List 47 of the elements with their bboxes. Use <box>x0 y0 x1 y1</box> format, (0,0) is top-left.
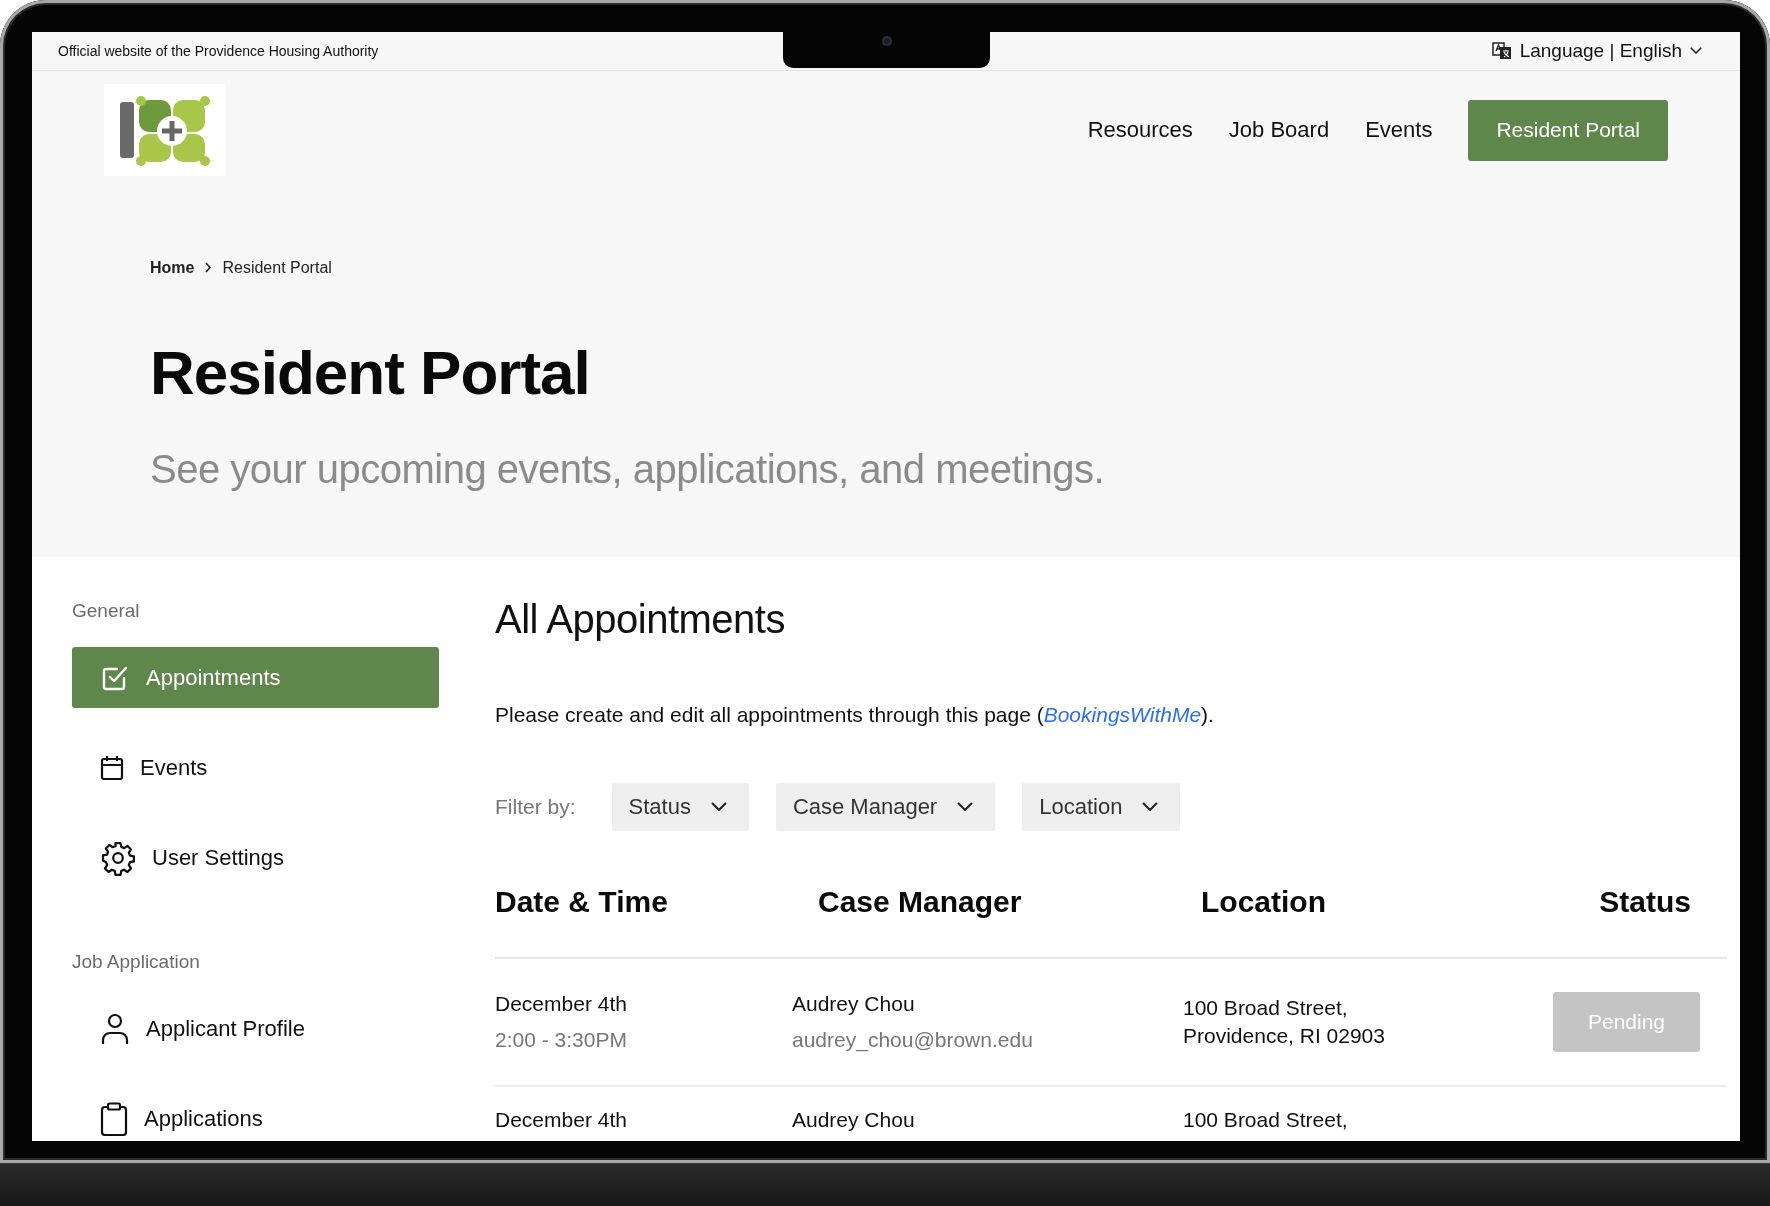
section-title: All Appointments <box>495 597 786 642</box>
breadcrumb-link[interactable]: Home <box>150 259 195 277</box>
column-header: Location <box>1200 885 1327 919</box>
filter-dropdown[interactable]: Case Manager <box>775 783 996 831</box>
clipboard-icon <box>100 1101 128 1136</box>
page-title: Resident Portal <box>150 337 591 408</box>
nav-link[interactable]: Job Board <box>1228 117 1330 143</box>
nav-link[interactable]: Events <box>1365 117 1433 143</box>
case-manager-name: Audrey Chou <box>792 1107 916 1132</box>
bookings-link[interactable]: BookingsWithMe <box>1043 703 1202 726</box>
nav-link[interactable]: Resources <box>1087 117 1193 143</box>
case-manager-name: Audrey Chou <box>792 991 916 1017</box>
sidebar-heading: General <box>72 599 141 623</box>
page-subtitle: See your upcoming events, applications, and meetings. <box>150 447 1106 492</box>
camera-icon <box>881 36 892 46</box>
sidebar-item[interactable]: Applicant Profile <box>72 998 439 1059</box>
sidebar-item[interactable]: Events <box>72 737 439 798</box>
time-text: 2:00 - 3:30PM <box>495 1027 628 1053</box>
chevron-down-icon <box>957 802 974 812</box>
chevron-down-icon <box>1690 47 1702 55</box>
address-text: 100 Broad Street, Providence, RI 02903 <box>1183 995 1386 1049</box>
filter-dropdown[interactable]: Location <box>1022 783 1181 831</box>
translate-icon <box>1491 42 1512 60</box>
column-header: Status <box>1598 885 1692 919</box>
sidebar-item[interactable]: Appointments <box>72 647 439 708</box>
filter-label: Filter by: <box>495 795 576 819</box>
column-header: Case Manager <box>817 885 1023 919</box>
column-header: Date & Time <box>495 885 669 919</box>
sidebar-heading: Job Application <box>72 950 201 974</box>
chevron-down-icon <box>710 802 727 812</box>
settings-icon <box>100 839 136 876</box>
sidebar-item[interactable]: User Settings <box>72 827 439 888</box>
official-site-text: Official website of the Providence Housing Authority <box>58 43 379 59</box>
address-text: 100 Broad Street, <box>1183 1107 1349 1132</box>
sidebar-item[interactable]: Applications <box>72 1088 439 1141</box>
email-text: audrey_chou@brown.edu <box>792 1027 1034 1054</box>
date-text: December 4th <box>495 991 628 1017</box>
person-icon <box>100 1012 130 1045</box>
filter-dropdown[interactable]: Status <box>611 783 749 831</box>
instruction-text: Please create and edit all appointments through this page (BookingsWithMe). <box>495 703 1215 727</box>
calendar-icon <box>100 754 124 781</box>
resident-portal-button[interactable]: Resident Portal <box>1468 99 1668 161</box>
language-selector[interactable]: Language | English <box>1491 40 1702 62</box>
date-text: December 4th <box>495 1107 628 1132</box>
chevron-down-icon <box>1142 802 1159 812</box>
breadcrumb-current[interactable]: Resident Portal <box>222 259 332 277</box>
jobs-plus-logo[interactable] <box>104 84 226 176</box>
